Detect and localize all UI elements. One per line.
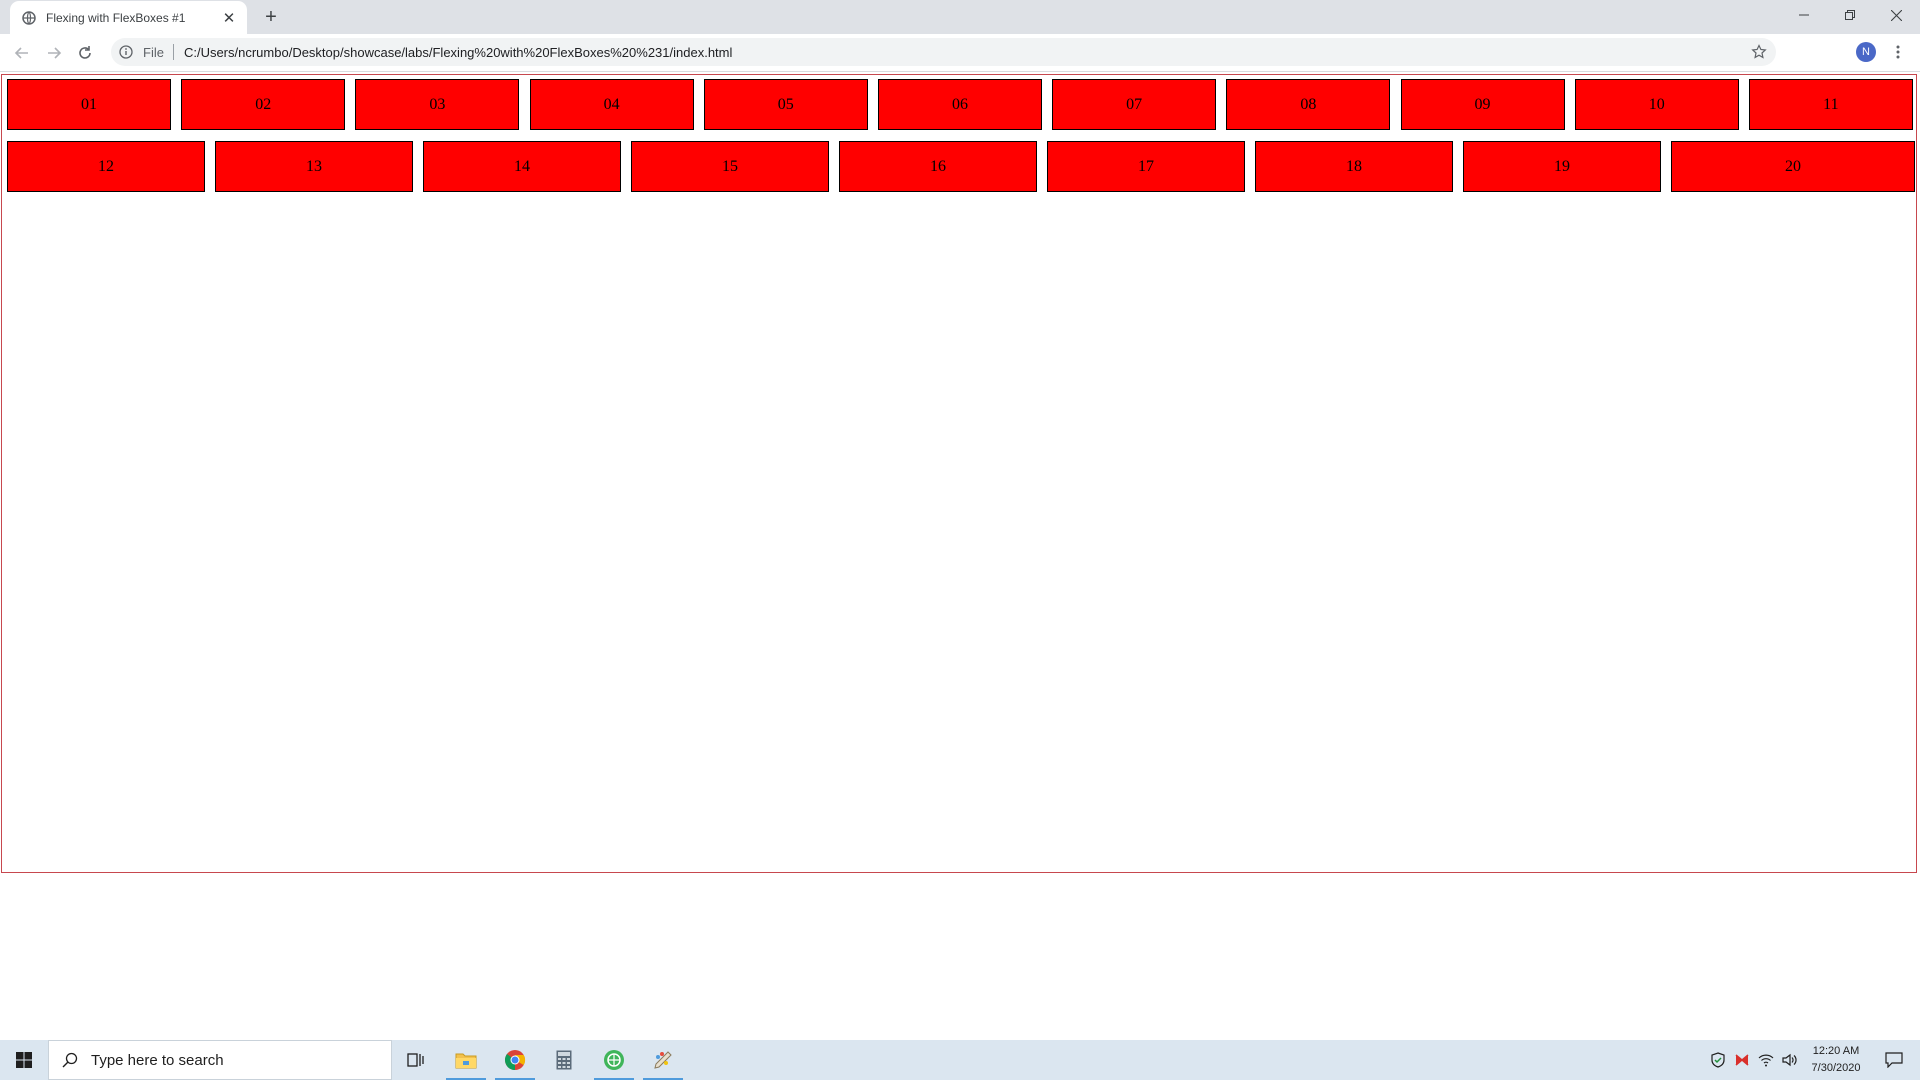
flex-box: 05 bbox=[703, 79, 868, 130]
volume-icon[interactable] bbox=[1779, 1050, 1799, 1070]
clock-date: 7/30/2020 bbox=[1811, 1062, 1861, 1074]
notification-icon[interactable] bbox=[1874, 1040, 1914, 1080]
chrome-icon[interactable] bbox=[491, 1040, 539, 1080]
taskbar-clock[interactable]: 12:20 AM 7/30/2020 bbox=[1800, 1043, 1872, 1077]
flex-box: 14 bbox=[423, 141, 621, 192]
tab-title: Flexing with FlexBoxes #1 bbox=[46, 10, 186, 25]
restore-button[interactable] bbox=[1827, 0, 1873, 30]
new-tab-button[interactable]: + bbox=[259, 5, 283, 29]
back-button[interactable] bbox=[8, 39, 36, 67]
flex-box: 03 bbox=[355, 79, 520, 130]
globe-icon bbox=[21, 10, 37, 26]
network-icon[interactable] bbox=[1756, 1050, 1776, 1070]
flex-box: 15 bbox=[631, 141, 829, 192]
clock-time: 12:20 AM bbox=[1812, 1045, 1860, 1057]
scheme-label: File bbox=[143, 44, 164, 60]
calculator-icon[interactable] bbox=[540, 1040, 588, 1080]
taskbar-search[interactable]: Type here to search bbox=[48, 1040, 392, 1080]
info-icon[interactable] bbox=[118, 44, 134, 60]
security-icon[interactable] bbox=[1708, 1050, 1728, 1070]
flex-box: 08 bbox=[1226, 79, 1391, 130]
flex-box: 11 bbox=[1748, 79, 1913, 130]
app-tray-icon[interactable] bbox=[1732, 1050, 1752, 1070]
forward-button[interactable] bbox=[40, 39, 68, 67]
address-bar[interactable]: File C:/Users/ncrumbo/Desktop/showcase/l… bbox=[111, 38, 1776, 66]
flex-box: 19 bbox=[1463, 141, 1661, 192]
search-placeholder: Type here to search bbox=[91, 1051, 224, 1069]
flex-box: 01 bbox=[7, 79, 171, 130]
flex-box: 10 bbox=[1574, 79, 1739, 130]
flex-box: 04 bbox=[529, 79, 694, 130]
close-tab-icon[interactable]: ✕ bbox=[219, 8, 239, 28]
omnibox-divider bbox=[172, 44, 174, 60]
paint-icon[interactable] bbox=[639, 1040, 687, 1080]
windows-start-icon[interactable] bbox=[0, 1040, 48, 1080]
url-text[interactable]: C:/Users/ncrumbo/Desktop/showcase/labs/F… bbox=[184, 45, 732, 60]
flex-box: 02 bbox=[181, 79, 346, 130]
flex-box: 12 bbox=[7, 141, 205, 192]
minimize-button[interactable] bbox=[1781, 0, 1827, 30]
flex-box: 07 bbox=[1052, 79, 1217, 130]
bookmark-star-icon[interactable] bbox=[1750, 43, 1768, 61]
file-explorer-icon[interactable] bbox=[442, 1040, 490, 1080]
browser-tab[interactable]: Flexing with FlexBoxes #1 ✕ bbox=[10, 1, 247, 34]
flex-container: 01 02 03 04 05 06 07 08 09 10 11 12 13 1… bbox=[1, 74, 1917, 873]
flex-box: 20 bbox=[1671, 141, 1915, 192]
app-globe-icon[interactable] bbox=[590, 1040, 638, 1080]
flex-box: 18 bbox=[1255, 141, 1453, 192]
close-window-button[interactable] bbox=[1873, 0, 1919, 30]
browser-toolbar: File C:/Users/ncrumbo/Desktop/showcase/l… bbox=[0, 34, 1920, 72]
flex-box: 17 bbox=[1047, 141, 1245, 192]
search-icon bbox=[61, 1051, 79, 1069]
flex-box: 06 bbox=[877, 79, 1042, 130]
reload-button[interactable] bbox=[71, 39, 99, 67]
taskbar: Type here to search 12:20 AM 7/30/2020 bbox=[0, 1040, 1920, 1080]
page-viewport: 01 02 03 04 05 06 07 08 09 10 11 12 13 1… bbox=[0, 72, 1920, 1039]
task-view-icon[interactable] bbox=[392, 1040, 440, 1080]
browser-menu-icon[interactable] bbox=[1886, 40, 1910, 64]
flex-box: 13 bbox=[215, 141, 413, 192]
profile-avatar[interactable]: N bbox=[1856, 42, 1876, 62]
flex-box: 09 bbox=[1400, 79, 1565, 130]
tab-strip: Flexing with FlexBoxes #1 ✕ + bbox=[0, 0, 1920, 34]
flex-box: 16 bbox=[839, 141, 1037, 192]
